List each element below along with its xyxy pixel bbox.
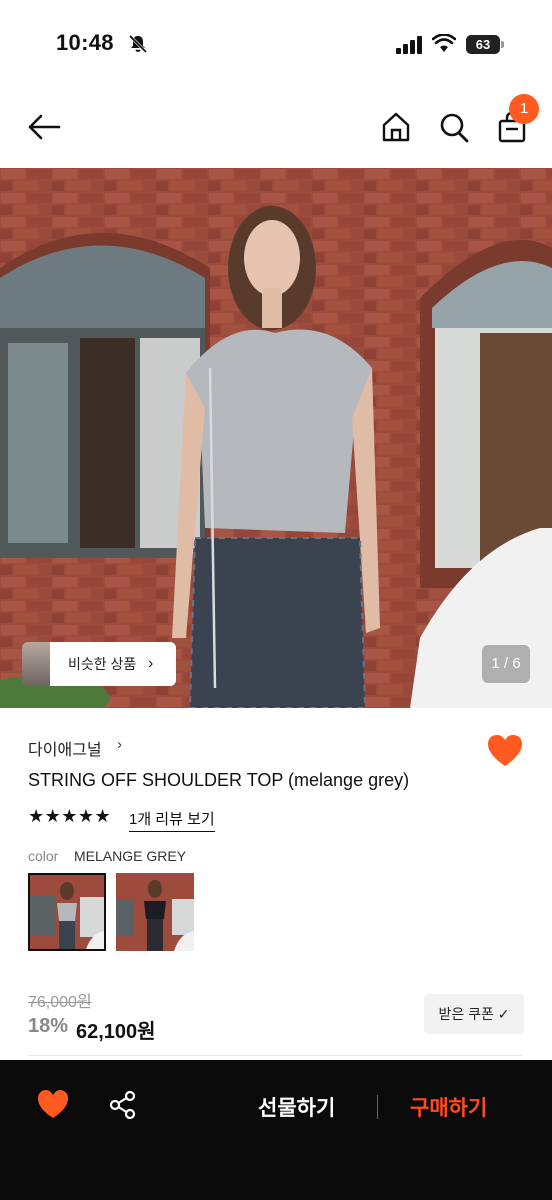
signal-icon — [396, 36, 422, 54]
status-time: 10:48 — [56, 30, 114, 55]
similar-products-label: 비슷한 상품 — [68, 656, 137, 672]
home-icon[interactable] — [380, 110, 412, 144]
wifi-icon — [432, 34, 456, 52]
divider — [28, 1055, 522, 1056]
battery-level: 63 — [475, 37, 491, 52]
back-arrow-icon[interactable] — [26, 112, 62, 142]
color-value: MELANGE GREY — [74, 848, 187, 864]
review-link[interactable]: 1개 리뷰 보기 — [129, 808, 215, 832]
color-swatch-grey[interactable] — [28, 873, 106, 951]
chevron-right-icon: › — [148, 655, 154, 672]
heart-icon[interactable] — [36, 1088, 70, 1120]
image-counter: 1 / 6 — [482, 645, 530, 683]
share-icon[interactable] — [108, 1090, 138, 1120]
bell-muted-icon — [128, 34, 148, 54]
color-swatch-black[interactable] — [116, 873, 194, 951]
heart-icon[interactable] — [486, 733, 524, 769]
similar-thumbnail[interactable] — [22, 642, 52, 686]
sale-price: 62,100원 — [76, 1021, 156, 1043]
bottom-action-bar: 선물하기 구매하기 — [0, 1060, 552, 1200]
similar-products-button[interactable]: 비슷한 상품 › — [50, 642, 176, 686]
product-image[interactable] — [0, 168, 552, 708]
coupon-button[interactable]: 받은 쿠폰 ✓ — [424, 994, 524, 1034]
brand-link[interactable]: 다이애그널 — [28, 736, 102, 760]
status-bar: 10:48 63 — [0, 0, 552, 90]
divider — [377, 1095, 378, 1119]
rating-stars: ★★★★★ — [28, 806, 112, 826]
battery-icon: 63 — [466, 35, 504, 54]
original-price: 76,000원 — [28, 994, 92, 1011]
cart-count-badge: 1 — [509, 94, 539, 124]
top-nav — [0, 90, 552, 168]
gift-button[interactable]: 선물하기 — [258, 1092, 335, 1122]
search-icon[interactable] — [438, 110, 470, 144]
color-label: color — [28, 848, 59, 864]
discount-rate: 18% — [28, 1015, 69, 1037]
buy-button[interactable]: 구매하기 — [410, 1092, 487, 1122]
product-title: STRING OFF SHOULDER TOP (melange grey) — [28, 770, 410, 790]
chevron-right-icon[interactable]: › — [117, 736, 122, 753]
